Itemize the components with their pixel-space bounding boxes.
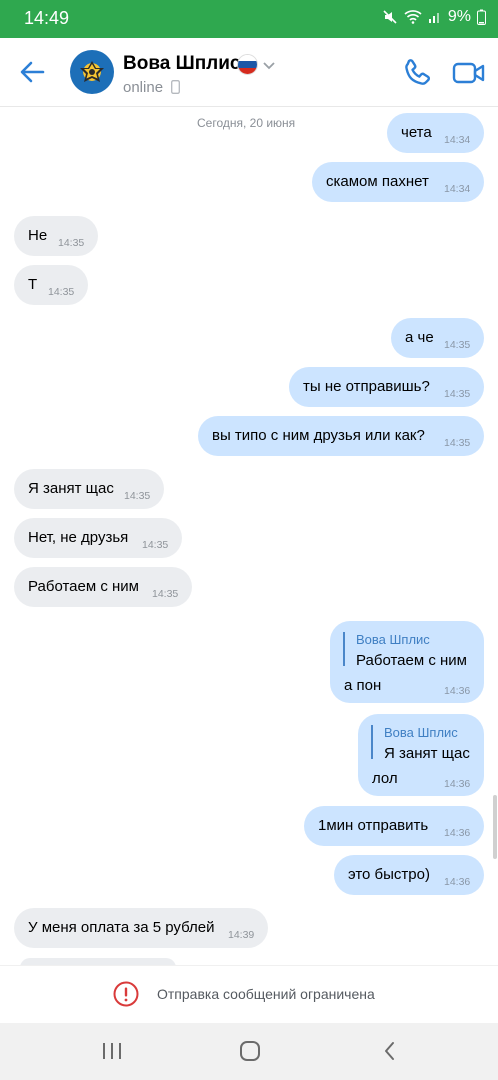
message-time: 14:36 bbox=[444, 685, 471, 697]
message-bubble-outgoing[interactable]: чета 14:34 bbox=[387, 113, 484, 153]
status-icons: 9% bbox=[382, 8, 486, 26]
message-text: скамом пахнет bbox=[326, 173, 429, 190]
message-bubble-incoming[interactable]: Не 14:35 bbox=[14, 216, 98, 256]
message-bubble-incoming-partial[interactable] bbox=[20, 958, 176, 965]
mobile-device-icon bbox=[171, 80, 180, 99]
message-bubble-incoming[interactable]: Я занят щас 14:35 bbox=[14, 469, 164, 509]
message-text: Т bbox=[28, 276, 38, 293]
messaging-restricted-notice: Отправка сообщений ограничена bbox=[0, 965, 498, 1024]
back-arrow-icon[interactable] bbox=[16, 56, 50, 88]
message-bubble-outgoing-reply[interactable]: Вова Шплис Работаем с ним а пон 14:36 bbox=[330, 621, 484, 703]
message-bubble-outgoing[interactable]: ты не отправишь? 14:35 bbox=[289, 367, 484, 407]
message-time: 14:36 bbox=[444, 827, 471, 839]
reply-author: Вова Шплис bbox=[356, 632, 430, 647]
signal-icon bbox=[428, 10, 442, 24]
message-bubble-outgoing[interactable]: это быстро) 14:36 bbox=[334, 855, 484, 895]
contact-status: online bbox=[123, 79, 164, 96]
message-time: 14:35 bbox=[124, 490, 151, 502]
system-nav-bar bbox=[0, 1023, 498, 1080]
message-text: а пон bbox=[344, 677, 382, 694]
message-time: 14:35 bbox=[58, 237, 85, 249]
message-text: Я занят щас bbox=[28, 480, 114, 497]
mute-icon bbox=[382, 9, 398, 25]
message-time: 14:34 bbox=[444, 183, 471, 195]
status-bar: 14:49 9% bbox=[0, 0, 498, 38]
back-icon[interactable] bbox=[350, 1023, 430, 1080]
battery-level: 9% bbox=[447, 8, 471, 25]
battery-icon bbox=[477, 9, 486, 25]
reply-quote-bar bbox=[343, 632, 345, 666]
chevron-down-icon[interactable] bbox=[262, 58, 276, 76]
message-time: 14:35 bbox=[444, 339, 471, 351]
message-time: 14:36 bbox=[444, 778, 471, 790]
message-list[interactable]: Сегодня, 20 июня чета 14:34 скамом пахне… bbox=[0, 107, 498, 965]
message-time: 14:35 bbox=[48, 286, 75, 298]
message-bubble-outgoing[interactable]: вы типо с ним друзья или как? 14:35 bbox=[198, 416, 484, 456]
reply-quoted-text: Я занят щас bbox=[384, 745, 470, 762]
russia-flag-icon bbox=[237, 54, 258, 75]
chat-header: Вова Шплис online bbox=[0, 38, 498, 107]
message-text: это быстро) bbox=[348, 866, 430, 883]
message-text: чета bbox=[401, 124, 432, 141]
wifi-icon bbox=[404, 10, 422, 24]
message-bubble-incoming[interactable]: Нет, не друзья 14:35 bbox=[14, 518, 182, 558]
message-time: 14:35 bbox=[444, 437, 471, 449]
message-bubble-outgoing-reply[interactable]: Вова Шплис Я занят щас лол 14:36 bbox=[358, 714, 484, 796]
message-bubble-outgoing[interactable]: скамом пахнет 14:34 bbox=[312, 162, 484, 202]
date-separator-label: Сегодня, 20 июня bbox=[197, 116, 296, 130]
message-text: Работаем с ним bbox=[28, 578, 139, 595]
reply-author: Вова Шплис bbox=[384, 725, 458, 740]
video-camera-icon[interactable] bbox=[452, 58, 486, 88]
reply-quoted-text: Работаем с ним bbox=[356, 652, 467, 669]
message-bubble-outgoing[interactable]: 1мин отправить 14:36 bbox=[304, 806, 484, 846]
message-bubble-incoming[interactable]: У меня оплата за 5 рублей 14:39 bbox=[14, 908, 268, 948]
message-text: вы типо с ним друзья или как? bbox=[212, 427, 425, 444]
message-time: 14:35 bbox=[142, 539, 169, 551]
message-text: 1мин отправить bbox=[318, 817, 429, 834]
message-bubble-outgoing[interactable]: а че 14:35 bbox=[391, 318, 484, 358]
message-text: лол bbox=[372, 770, 398, 787]
scrollbar-thumb[interactable] bbox=[493, 795, 497, 859]
message-text: Нет, не друзья bbox=[28, 529, 129, 546]
reply-quote-bar bbox=[371, 725, 373, 759]
message-bubble-incoming[interactable]: Работаем с ним 14:35 bbox=[14, 567, 192, 607]
avatar[interactable] bbox=[70, 50, 114, 94]
message-time: 14:39 bbox=[228, 929, 255, 941]
warning-icon bbox=[113, 981, 139, 1012]
phone-icon[interactable] bbox=[400, 56, 434, 90]
contact-name[interactable]: Вова Шплис bbox=[123, 53, 241, 75]
message-time: 14:35 bbox=[444, 388, 471, 400]
message-text: Не bbox=[28, 227, 48, 244]
message-time: 14:34 bbox=[444, 134, 471, 146]
message-bubble-incoming[interactable]: Т 14:35 bbox=[14, 265, 88, 305]
message-text: а че bbox=[405, 329, 434, 346]
home-icon[interactable] bbox=[210, 1023, 290, 1080]
message-text: У меня оплата за 5 рублей bbox=[28, 919, 215, 936]
recent-apps-icon[interactable] bbox=[72, 1023, 152, 1080]
status-time: 14:49 bbox=[24, 8, 70, 28]
message-text: ты не отправишь? bbox=[303, 378, 430, 395]
message-time: 14:36 bbox=[444, 876, 471, 888]
restricted-text: Отправка сообщений ограничена bbox=[157, 986, 375, 1002]
message-time: 14:35 bbox=[152, 588, 179, 600]
